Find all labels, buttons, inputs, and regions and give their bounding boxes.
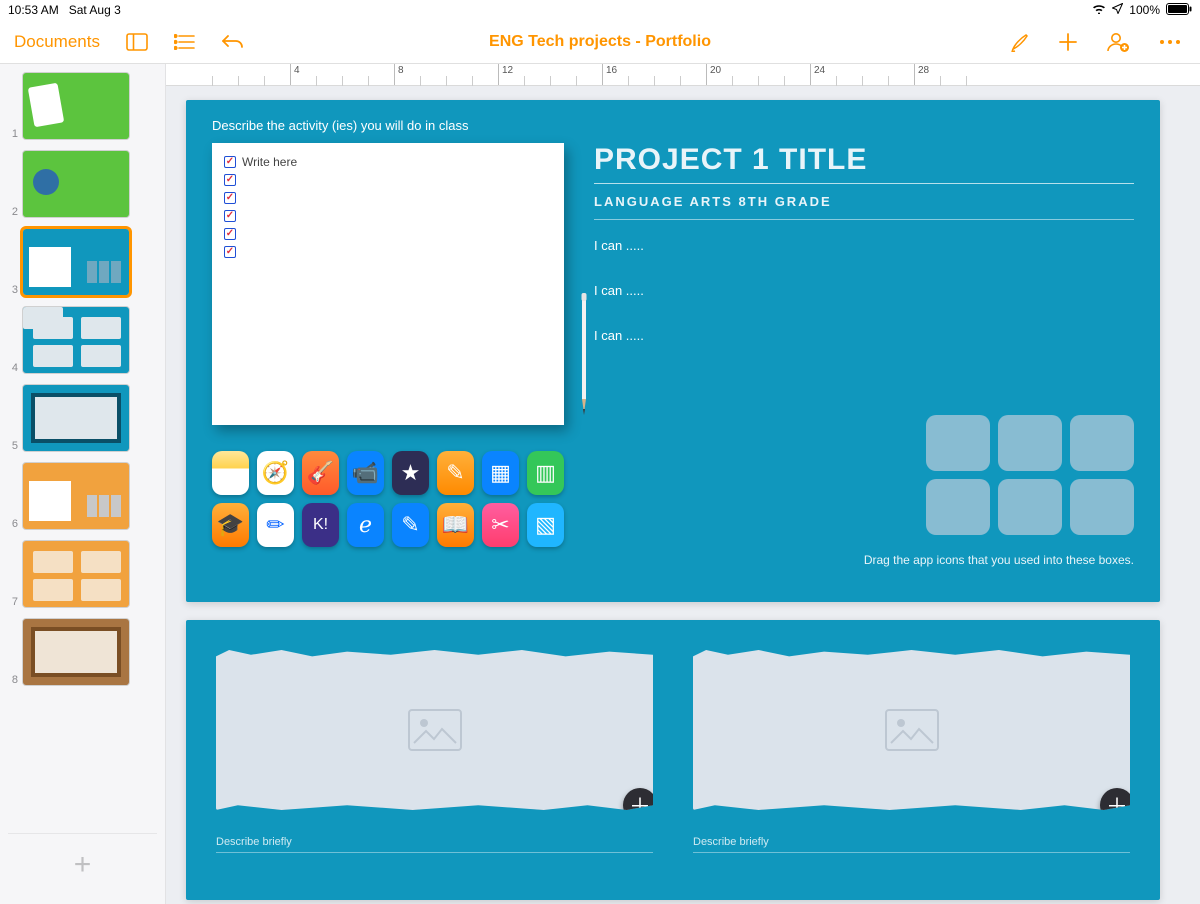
more-icon[interactable]	[1158, 38, 1182, 46]
caption-field[interactable]: Describe briefly	[216, 832, 653, 853]
drop-target[interactable]	[1070, 415, 1134, 471]
thumb-number: 8	[8, 674, 18, 686]
document-title[interactable]: ENG Tech projects - Portfolio	[489, 33, 711, 51]
project-subtitle[interactable]: LANGUAGE ARTS 8TH GRADE	[594, 194, 1134, 209]
drag-hint-text: Drag the app icons that you used into th…	[864, 553, 1134, 567]
undo-icon[interactable]	[222, 33, 244, 51]
project-title[interactable]: PROJECT 1 TITLE	[594, 143, 1134, 177]
icon-drop-grid[interactable]	[926, 415, 1134, 535]
thumb-number: 6	[8, 518, 18, 530]
thumb-number: 1	[8, 128, 18, 140]
slide-thumbnail[interactable]	[22, 228, 130, 296]
add-media-button[interactable]: ＋	[1100, 788, 1134, 822]
thumb-number: 4	[8, 362, 18, 374]
checkbox-icon[interactable]	[224, 156, 236, 168]
checkbox-icon[interactable]	[224, 174, 236, 186]
canvas[interactable]: 481216202428 Describe the activity (ies)…	[166, 64, 1200, 904]
imovie-app-icon[interactable]: ★	[392, 451, 429, 495]
slide-thumbnail[interactable]	[22, 462, 130, 530]
clips-app-icon[interactable]: 📹	[347, 451, 384, 495]
add-icon[interactable]	[1058, 32, 1078, 52]
status-time: 10:53 AM	[8, 3, 59, 17]
list-view-icon[interactable]	[174, 34, 196, 50]
notability-app-icon[interactable]: ✎	[392, 503, 429, 547]
drop-target[interactable]	[926, 415, 990, 471]
safari-app-icon[interactable]: 🧭	[257, 451, 294, 495]
slide-navigator[interactable]: 1 2 3 4 5 6 7 8 +	[0, 64, 166, 904]
marker-app-icon[interactable]: ✏︎	[257, 503, 294, 547]
checklist-placeholder[interactable]: Write here	[242, 155, 297, 169]
checkbox-icon[interactable]	[224, 228, 236, 240]
checkbox-icon[interactable]	[224, 192, 236, 204]
image-placeholder-icon	[408, 709, 462, 751]
caption-field[interactable]: Describe briefly	[693, 832, 1130, 853]
checkbox-icon[interactable]	[224, 210, 236, 222]
slide-3[interactable]: Describe the activity (ies) you will do …	[186, 100, 1160, 602]
drop-target[interactable]	[1070, 479, 1134, 535]
keynote-app-icon[interactable]: ▦	[482, 451, 519, 495]
kahoot-app-icon[interactable]: K!	[302, 503, 339, 547]
ruler: 481216202428	[166, 64, 1200, 86]
drop-target[interactable]	[998, 479, 1062, 535]
battery-icon	[1166, 3, 1192, 18]
itunesu-app-icon[interactable]: 🎓	[212, 503, 249, 547]
status-date: Sat Aug 3	[69, 3, 121, 17]
toolbar: Documents ENG Tech projects - Portfolio	[0, 20, 1200, 64]
notes-app-icon[interactable]	[212, 451, 249, 495]
ibooks-app-icon[interactable]: 📖	[437, 503, 474, 547]
nearpod-app-icon[interactable]: ▧	[527, 503, 564, 547]
format-brush-icon[interactable]	[1010, 32, 1030, 52]
status-bar: 10:53 AM Sat Aug 3 100%	[0, 0, 1200, 20]
slide-thumbnail[interactable]	[22, 306, 130, 374]
i-can-statement[interactable]: I can .....	[594, 238, 1134, 253]
screenshot-app-icon[interactable]: ✂	[482, 503, 519, 547]
slide-thumbnail[interactable]	[22, 618, 130, 686]
i-can-statement[interactable]: I can .....	[594, 283, 1134, 298]
checklist-box[interactable]: Write here	[212, 143, 564, 425]
slide-4[interactable]: ＋ Describe briefly ＋ Describe briefly	[186, 620, 1160, 900]
add-slide-button[interactable]: +	[8, 833, 157, 896]
slide-thumbnail[interactable]	[22, 150, 130, 218]
drop-target[interactable]	[998, 415, 1062, 471]
image-placeholder-icon	[885, 709, 939, 751]
garageband-app-icon[interactable]: 🎸	[302, 451, 339, 495]
collaborate-icon[interactable]	[1106, 31, 1130, 53]
thumb-number: 7	[8, 596, 18, 608]
drop-target[interactable]	[926, 479, 990, 535]
media-placeholder[interactable]: ＋	[693, 650, 1130, 810]
divider	[594, 219, 1134, 220]
edmodo-app-icon[interactable]: ℯ	[347, 503, 384, 547]
pages-app-icon[interactable]: ✎	[437, 451, 474, 495]
slide-thumbnail[interactable]	[22, 384, 130, 452]
media-placeholder[interactable]: ＋	[216, 650, 653, 810]
thumb-number: 3	[8, 284, 18, 296]
location-icon	[1112, 3, 1123, 17]
pencil-graphic[interactable]	[578, 293, 590, 421]
i-can-statement[interactable]: I can .....	[594, 328, 1134, 343]
documents-button[interactable]: Documents	[14, 32, 100, 52]
thumb-number: 5	[8, 440, 18, 452]
add-media-button[interactable]: ＋	[623, 788, 657, 822]
activity-prompt[interactable]: Describe the activity (ies) you will do …	[212, 118, 1134, 133]
divider	[594, 183, 1134, 184]
checkbox-icon[interactable]	[224, 246, 236, 258]
panel-toggle-icon[interactable]	[126, 33, 148, 51]
slide-thumbnail[interactable]	[22, 72, 130, 140]
battery-percent: 100%	[1129, 3, 1160, 17]
numbers-app-icon[interactable]: ▥	[527, 451, 564, 495]
thumb-number: 2	[8, 206, 18, 218]
wifi-icon	[1092, 3, 1106, 17]
slide-thumbnail[interactable]	[22, 540, 130, 608]
